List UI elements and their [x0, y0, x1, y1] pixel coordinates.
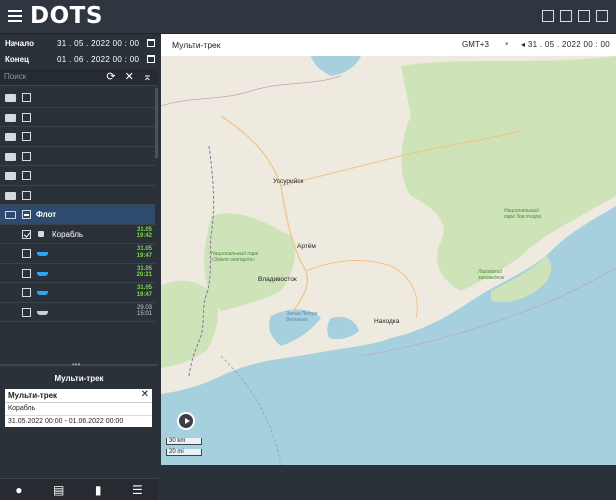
layout-single-icon[interactable]: [542, 10, 554, 22]
tree-scrollbar[interactable]: [155, 88, 158, 158]
folder-icon: [5, 133, 16, 141]
start-label: Начало: [5, 38, 34, 48]
chevron-down-icon[interactable]: ▾: [505, 40, 509, 48]
tree-row[interactable]: [0, 186, 155, 205]
close-icon[interactable]: ✕: [141, 389, 149, 400]
tree-subitem[interactable]: 31.05 19:47: [0, 244, 155, 264]
start-date-input[interactable]: 31 . 05 . 2022 00 : 00: [57, 39, 147, 48]
location-pin-icon[interactable]: ●: [15, 483, 22, 497]
checkbox[interactable]: [22, 190, 31, 200]
ship-icon: [37, 252, 48, 256]
end-date-row: Конец 01 . 06 . 2022 00 : 00: [5, 50, 155, 68]
folder-icon: [5, 152, 16, 161]
drag-handle-icon[interactable]: •••: [72, 361, 80, 369]
checkbox[interactable]: [22, 93, 31, 102]
object-tree: Флот Корабль 31.05 19:42 31.05 19:47 31.05…: [0, 88, 155, 322]
multitrack-panel-title: Мульти-трек: [54, 374, 104, 383]
layout-grid-icon[interactable]: [560, 10, 572, 22]
bottom-nav: ● ▤ ▮ ☰: [0, 478, 158, 500]
city-label-ussuriysk: Уссурийск: [273, 178, 304, 185]
map-header: Мульти-трек GMT+3 ▾ ◂ 31 . 05 . 2022 00 …: [161, 34, 616, 57]
folder-icon: [5, 191, 16, 200]
end-date-input[interactable]: 01 . 06 . 2022 00 : 00: [57, 55, 147, 64]
collapse-icon[interactable]: ⌅: [143, 71, 152, 83]
search-input[interactable]: Поиск: [4, 72, 26, 81]
bay-label: Залив Петра Великого: [286, 311, 318, 323]
map-title: Мульти-трек: [172, 40, 221, 50]
list-icon[interactable]: ☰: [132, 483, 143, 497]
scale-mi: 20 mi: [166, 449, 202, 456]
city-label-artem: Артём: [297, 243, 316, 250]
layout-switcher: [542, 10, 608, 22]
subitem-time: 29.03 15:01: [136, 304, 152, 318]
timezone-select[interactable]: GMT+3: [462, 40, 489, 49]
layout-columns-icon[interactable]: [578, 10, 590, 22]
checkbox[interactable]: [22, 307, 31, 317]
layout-split-icon[interactable]: [596, 10, 608, 22]
multitrack-object: Корабль: [5, 403, 152, 416]
city-label-vladivostok: Владивосток: [258, 276, 297, 283]
panel-splitter[interactable]: •••: [0, 361, 158, 369]
vehicle-name: Корабль: [52, 229, 84, 239]
checkbox[interactable]: [22, 229, 31, 239]
refresh-icon[interactable]: ⟳: [106, 71, 115, 83]
checkbox[interactable]: [22, 112, 31, 122]
group-name: Флот: [36, 210, 57, 219]
checkbox[interactable]: [22, 210, 31, 219]
play-button[interactable]: [177, 412, 195, 430]
tree-row[interactable]: [0, 88, 155, 108]
search-bar: Поиск ⟳ ✕ ⌅: [0, 69, 158, 86]
top-bar: DOTS: [0, 0, 616, 34]
folder-icon: [5, 94, 16, 102]
close-icon[interactable]: ✕: [125, 71, 134, 83]
subitem-time: 31.05 19:47: [136, 285, 152, 298]
park-label: Национальный парк «Земля леопарда»: [211, 251, 259, 263]
checkbox[interactable]: [22, 249, 31, 258]
sidebar: Начало 31 . 05 . 2022 00 : 00 Конец 01 .…: [0, 34, 158, 500]
tree-vehicle[interactable]: Корабль 31.05 19:42: [0, 225, 155, 244]
checkbox[interactable]: [22, 171, 31, 180]
reserve-label: Лазовский заповедник: [478, 269, 505, 281]
tree-subitem[interactable]: 31.05 20:21: [0, 264, 155, 283]
checkbox[interactable]: [22, 268, 31, 278]
lock-icon: [38, 230, 44, 237]
calendar-icon[interactable]: [147, 39, 155, 47]
tree-row[interactable]: [0, 127, 155, 147]
tree-subitem[interactable]: 29.03 15:01: [0, 303, 155, 322]
tree-row[interactable]: [0, 166, 155, 186]
subitem-time: 31.05 19:47: [136, 246, 152, 259]
app-logo: DOTS: [30, 3, 103, 29]
ship-icon: [37, 271, 48, 276]
ship-icon: [37, 310, 48, 315]
city-label-nakhodka: Находка: [374, 318, 400, 325]
menu-icon[interactable]: [8, 10, 22, 22]
multitrack-card-title: Мульти-трек: [8, 391, 58, 400]
end-label: Конец: [5, 54, 29, 64]
park-label-tiger: Национальный парк Зов тигра: [504, 208, 541, 220]
chart-icon[interactable]: ▮: [95, 483, 102, 497]
checkbox[interactable]: [22, 151, 31, 161]
calendar-icon[interactable]: [147, 55, 155, 63]
checkbox[interactable]: [22, 288, 31, 297]
time-navigator[interactable]: ◂ 31 . 05 . 2022 00 : 00: [521, 40, 610, 49]
multitrack-range: 31.05.2022 00:00 - 01.06.2022 00:00: [8, 418, 124, 425]
multitrack-card[interactable]: Мульти-трек ✕ Корабль 31.05.2022 00:00 -…: [5, 389, 152, 427]
folder-open-icon: [5, 211, 16, 219]
subitem-time: 31.05 20:21: [136, 265, 152, 279]
map-icon[interactable]: ▤: [53, 483, 64, 497]
tree-subitem[interactable]: 31.05 19:47: [0, 283, 155, 303]
tree-row[interactable]: [0, 108, 155, 127]
vehicle-time: 31.05 19:42: [136, 226, 152, 240]
folder-icon: [5, 172, 16, 180]
tree-row[interactable]: [0, 147, 155, 166]
folder-icon: [5, 113, 16, 122]
map-view[interactable]: Уссурийск Артём Владивосток Находка Наци…: [161, 56, 616, 465]
scale-km: 30 km: [166, 438, 202, 445]
ship-icon: [37, 291, 48, 295]
tree-group-fleet[interactable]: Флот: [0, 205, 155, 225]
checkbox[interactable]: [22, 132, 31, 141]
